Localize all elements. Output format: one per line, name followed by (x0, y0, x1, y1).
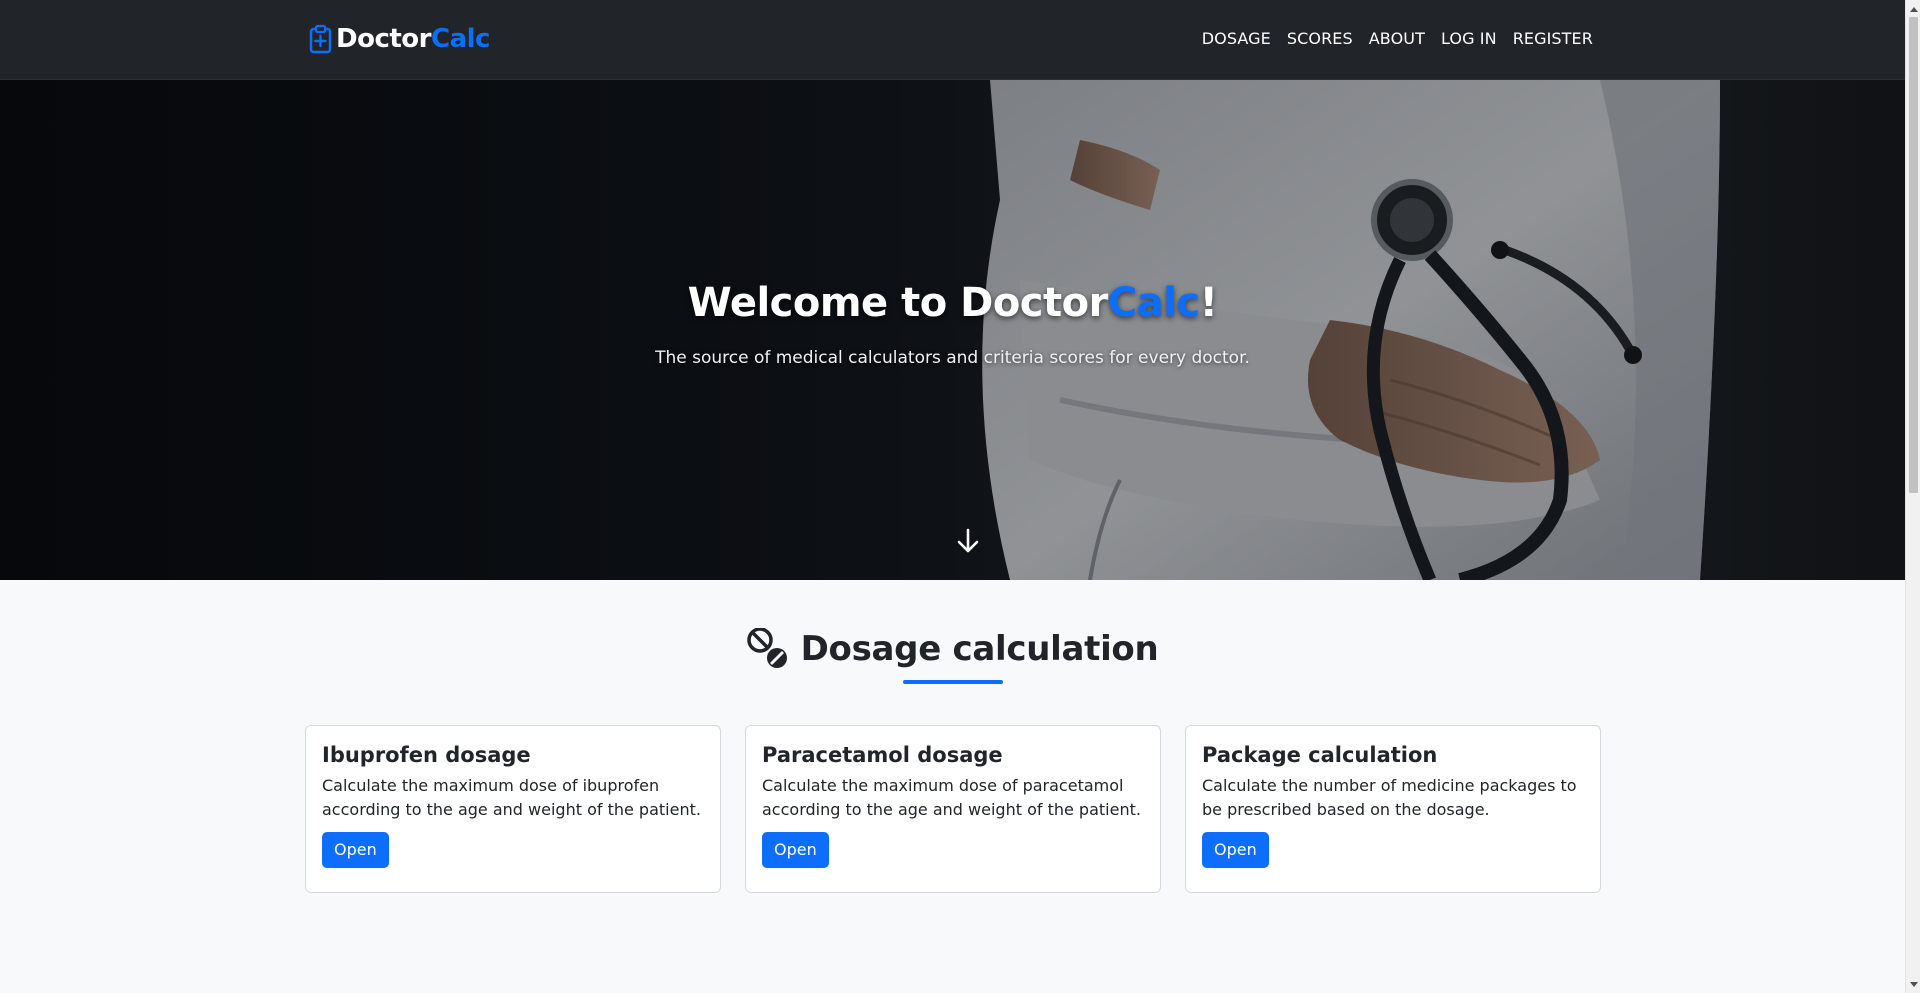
dosage-section-title: Dosage calculation (800, 629, 1159, 669)
top-navbar: DoctorCalc DOSAGE SCORES ABOUT LOG IN RE… (0, 0, 1905, 80)
card-title: Paracetamol dosage (762, 743, 1003, 767)
dosage-cards: Ibuprofen dosage Calculate the maximum d… (305, 725, 1601, 893)
brand-logo-link[interactable]: DoctorCalc (309, 24, 490, 54)
card-description: Calculate the number of medicine package… (1202, 776, 1577, 819)
open-package-button[interactable]: Open (1202, 832, 1269, 868)
nav-item-dosage[interactable]: DOSAGE (1202, 29, 1271, 49)
scrollbar-thumb[interactable] (1909, 17, 1918, 493)
open-paracetamol-button[interactable]: Open (762, 832, 829, 868)
nav-item-register[interactable]: REGISTER (1513, 29, 1593, 49)
pills-icon (746, 628, 787, 668)
card-title: Ibuprofen dosage (322, 743, 531, 767)
card-description: Calculate the maximum dose of ibuprofen … (322, 776, 701, 819)
hero-title-accent: Calc (1107, 280, 1200, 326)
card-ibuprofen-dosage: Ibuprofen dosage Calculate the maximum d… (305, 725, 721, 893)
hero-title: Welcome to DoctorCalc! (0, 280, 1905, 326)
nav-menu: DOSAGE SCORES ABOUT LOG IN REGISTER (1202, 29, 1593, 49)
brand-name: DoctorCalc (336, 24, 490, 54)
brand-name-doctor: Doctor (336, 24, 431, 54)
card-package-calculation: Package calculation Calculate the number… (1185, 725, 1601, 893)
nav-item-log-in[interactable]: LOG IN (1441, 29, 1497, 49)
scroll-down-arrow-icon[interactable] (1906, 976, 1920, 993)
dosage-section-header: Dosage calculation (0, 628, 1905, 674)
brand-name-calc: Calc (430, 24, 490, 54)
vertical-scrollbar[interactable] (1905, 0, 1920, 993)
card-title: Package calculation (1202, 743, 1438, 767)
open-ibuprofen-button[interactable]: Open (322, 832, 389, 868)
card-description: Calculate the maximum dose of paracetamo… (762, 776, 1141, 819)
hero-title-suffix: ! (1199, 280, 1218, 326)
card-paracetamol-dosage: Paracetamol dosage Calculate the maximum… (745, 725, 1161, 893)
arrow-down-icon[interactable] (956, 527, 980, 555)
scroll-up-arrow-icon[interactable] (1906, 0, 1920, 17)
nav-item-about[interactable]: ABOUT (1369, 29, 1425, 49)
nav-item-scores[interactable]: SCORES (1287, 29, 1353, 49)
section-title-underline (903, 680, 1003, 684)
hero-subtitle: The source of medical calculators and cr… (655, 348, 1250, 368)
hero-title-prefix: Welcome to Doctor (687, 280, 1109, 326)
hero-content: Welcome to DoctorCalc! The source of med… (0, 280, 1905, 368)
section-title-wrap: Dosage calculation (746, 628, 1159, 670)
clipboard-plus-icon (309, 24, 332, 54)
hero-banner: Welcome to DoctorCalc! The source of med… (0, 80, 1905, 580)
